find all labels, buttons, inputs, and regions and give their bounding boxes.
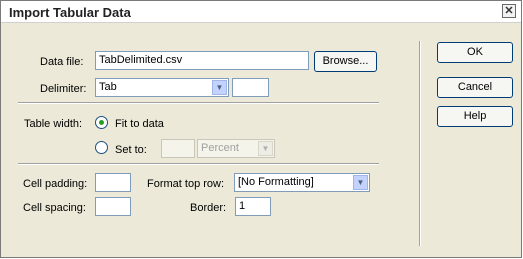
data-file-label: Data file: <box>40 56 84 68</box>
chevron-down-icon[interactable]: ▼ <box>353 175 368 190</box>
separator <box>18 102 379 104</box>
border-label: Border: <box>190 202 227 214</box>
format-top-row-select[interactable]: [No Formatting] ▼ <box>234 173 370 192</box>
set-to-radio[interactable] <box>95 141 108 154</box>
delimiter-selected-value: Tab <box>99 81 117 93</box>
chevron-down-icon[interactable]: ▼ <box>212 80 227 95</box>
ok-button[interactable]: OK <box>437 42 513 63</box>
set-to-width-input[interactable] <box>161 139 195 158</box>
set-to-label[interactable]: Set to: <box>115 144 147 156</box>
cell-spacing-label: Cell spacing: <box>23 202 86 214</box>
cancel-button[interactable]: Cancel <box>437 77 513 98</box>
import-tabular-data-dialog: Import Tabular Data ✕ Data file: TabDeli… <box>0 0 522 258</box>
cell-padding-label: Cell padding: <box>23 178 88 190</box>
format-top-row-selected-value: [No Formatting] <box>238 176 314 188</box>
fit-to-data-label[interactable]: Fit to data <box>115 118 164 130</box>
fit-to-data-radio[interactable] <box>95 116 108 129</box>
radio-selected-dot <box>99 120 104 125</box>
format-top-row-label: Format top row: <box>147 178 225 190</box>
width-unit-select[interactable]: Percent ▼ <box>197 139 275 158</box>
help-button[interactable]: Help <box>437 106 513 127</box>
table-width-label: Table width: <box>24 118 83 130</box>
chevron-down-icon[interactable]: ▼ <box>258 141 273 156</box>
delimiter-label: Delimiter: <box>40 83 87 95</box>
separator <box>18 163 379 165</box>
delimiter-other-input[interactable] <box>232 78 269 97</box>
dialog-title: Import Tabular Data <box>9 5 131 20</box>
width-unit-selected-value: Percent <box>201 142 239 154</box>
delimiter-select[interactable]: Tab ▼ <box>95 78 229 97</box>
browse-button[interactable]: Browse... <box>314 51 377 72</box>
title-bar: Import Tabular Data ✕ <box>1 1 521 23</box>
vertical-divider <box>419 41 421 246</box>
close-icon[interactable]: ✕ <box>502 4 516 18</box>
cell-spacing-input[interactable] <box>95 197 131 216</box>
data-file-input[interactable]: TabDelimited.csv <box>95 51 309 70</box>
border-input[interactable]: 1 <box>235 197 271 216</box>
cell-padding-input[interactable] <box>95 173 131 192</box>
